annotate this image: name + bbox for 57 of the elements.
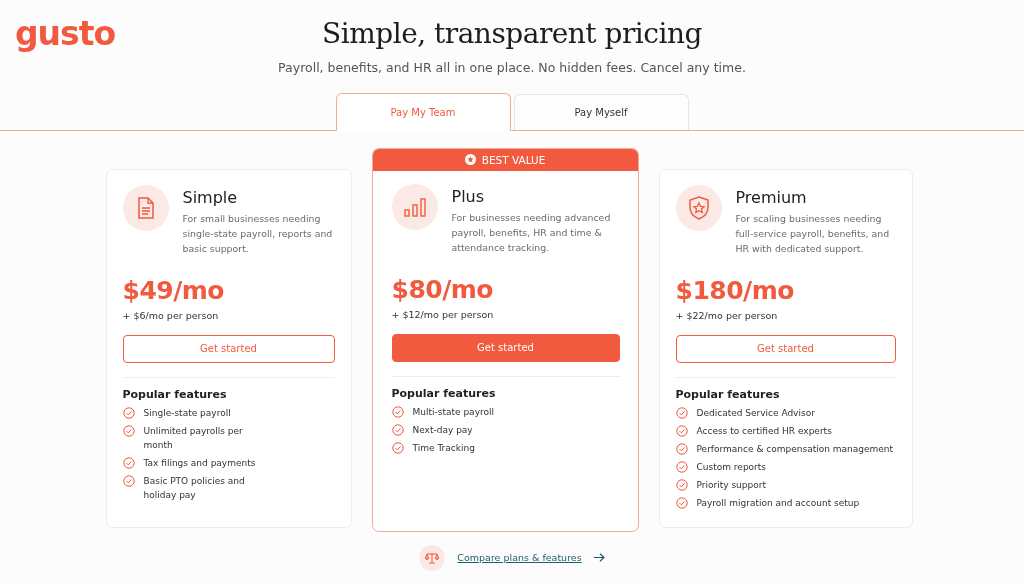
- plan-price: $180/mo: [675, 274, 795, 307]
- plan-price: $49/mo: [122, 274, 226, 307]
- per-person-price: + $12/mo per person: [391, 308, 495, 320]
- check-circle-icon: [391, 405, 404, 418]
- feature-item: Priority support: [696, 478, 766, 492]
- check-circle-icon: [122, 406, 135, 419]
- feature-item: Custom reports: [696, 460, 767, 474]
- arrow-right-icon[interactable]: [593, 553, 605, 562]
- plan-name: Premium: [735, 187, 808, 207]
- compare-plans-link[interactable]: Compare plans & features: [457, 552, 582, 563]
- features-heading: Popular features: [391, 386, 497, 400]
- check-circle-icon: [675, 460, 688, 473]
- feature-item: Single-state payroll: [143, 406, 231, 420]
- bar-chart-icon: [402, 195, 427, 218]
- check-circle-icon: [675, 424, 688, 437]
- check-circle-icon: [675, 442, 688, 455]
- check-circle-icon: [391, 423, 404, 436]
- plan-description: For small businesses needing single-state payroll, reports and basic support.: [182, 211, 334, 256]
- feature-item: Multi-state payroll: [412, 405, 494, 419]
- check-circle-icon: [122, 474, 135, 487]
- plan-description: For scaling businesses needing full-service payroll, benefits, and HR with dedicated support.: [735, 211, 891, 256]
- check-circle-icon: [675, 496, 688, 509]
- check-circle-icon: [391, 441, 404, 454]
- plan-price: $80/mo: [391, 273, 495, 306]
- tab[interactable]: Pay Myself: [513, 93, 689, 130]
- logo[interactable]: gusto: [15, 14, 116, 75]
- get-started-button[interactable]: Get started: [391, 333, 620, 362]
- feature-item: Payroll migration and account setup: [696, 496, 860, 510]
- get-started-button[interactable]: Get started: [675, 334, 896, 363]
- check-circle-icon: [675, 406, 688, 419]
- per-person-price: + $22/mo per person: [675, 309, 779, 321]
- feature-item: Basic PTO policies and holiday pay: [143, 474, 246, 502]
- check-circle-icon: [122, 424, 135, 437]
- feature-item: Access to certified HR experts: [696, 424, 832, 438]
- tab[interactable]: Pay My Team: [335, 93, 511, 131]
- features-heading: Popular features: [675, 387, 781, 401]
- plan-name: Plus: [451, 186, 486, 206]
- feature-item: Dedicated Service Advisor: [696, 406, 815, 420]
- feature-item: Tax filings and payments: [143, 456, 256, 470]
- feature-item: Time Tracking: [412, 441, 475, 455]
- plan-description: For businesses needing advanced payroll, benefits, HR and time & attendance tracking.: [451, 210, 612, 255]
- features-heading: Popular features: [122, 387, 228, 401]
- check-circle-icon: [122, 456, 135, 469]
- star-icon: [464, 154, 476, 165]
- get-started-button[interactable]: Get started: [122, 334, 335, 363]
- page-subtitle: Payroll, benefits, and HR all in one place. No hidden fees. Cancel any time.: [278, 60, 746, 75]
- banner-text: BEST VALUE: [481, 153, 546, 166]
- shield-star-icon: [687, 195, 710, 220]
- scales-icon: [419, 544, 446, 571]
- feature-item: Next-day pay: [412, 423, 473, 437]
- feature-item: Performance & compensation management: [696, 442, 894, 456]
- document-icon: [136, 196, 155, 219]
- per-person-price: + $6/mo per person: [122, 309, 220, 321]
- check-circle-icon: [675, 478, 688, 491]
- page-title: Simple, transparent pricing: [322, 16, 702, 52]
- feature-item: Unlimited payrolls per month: [143, 424, 244, 452]
- plan-name: Simple: [182, 187, 239, 207]
